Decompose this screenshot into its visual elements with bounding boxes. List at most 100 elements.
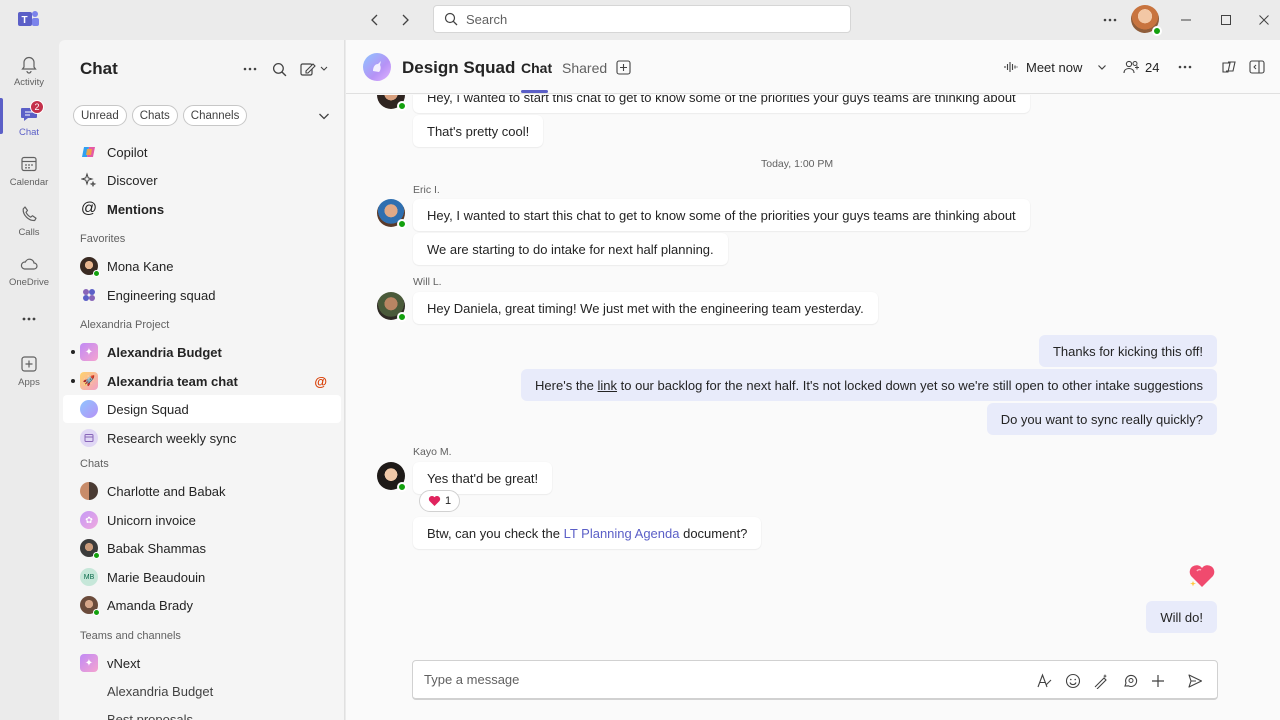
tab-shared[interactable]: Shared [562, 60, 607, 76]
discover-sparkle-icon [80, 171, 98, 189]
close-icon[interactable] [1252, 8, 1276, 32]
message-composer[interactable] [412, 660, 1218, 700]
avatar [80, 596, 100, 616]
format-icon[interactable] [1034, 671, 1054, 691]
maximize-icon[interactable] [1214, 8, 1238, 32]
message-text: document? [679, 525, 748, 541]
back-arrow-icon[interactable] [365, 10, 385, 30]
more-icon[interactable] [1178, 57, 1192, 77]
message-text: Here's the [535, 377, 598, 393]
list-item-copilot[interactable]: Copilot [63, 138, 341, 166]
meet-now-button[interactable]: Meet now [1004, 57, 1082, 77]
participants-button[interactable]: 24 [1123, 57, 1159, 77]
list-item-label: Charlotte and Babak [107, 483, 226, 499]
new-chat-icon[interactable] [297, 58, 333, 80]
list-item-marie-beaudouin[interactable]: MB Marie Beaudouin [63, 563, 341, 591]
message-list: Hey, I wanted to start this chat to get … [346, 95, 1280, 655]
add-tab-icon[interactable] [616, 57, 631, 77]
rail-item-calls[interactable]: Calls [0, 198, 58, 246]
section-chats: Chats [80, 458, 109, 470]
chevron-down-icon[interactable] [316, 108, 332, 124]
search-icon[interactable] [268, 58, 290, 80]
backlog-link[interactable]: link [598, 378, 618, 393]
list-item-design-squad[interactable]: Design Squad [63, 395, 341, 423]
calendar-icon [19, 154, 39, 174]
avatar: MB [80, 568, 98, 586]
search-icon [444, 12, 458, 26]
compose-sparkle-icon[interactable] [1091, 671, 1111, 691]
list-item-charlotte-and-babak[interactable]: Charlotte and Babak [63, 477, 341, 505]
chat-list-title: Chat [80, 59, 118, 78]
list-item-label: Copilot [107, 144, 148, 160]
svg-text:T: T [22, 15, 28, 26]
list-item-amanda-brady[interactable]: Amanda Brady [63, 591, 341, 619]
forward-arrow-icon[interactable] [395, 10, 415, 30]
channel-best-proposals[interactable]: Best proposals [63, 705, 341, 720]
list-item-label: Alexandria team chat [107, 373, 238, 389]
filter-chats[interactable]: Chats [131, 105, 178, 126]
filter-pills: Unread Chats Channels [73, 105, 248, 126]
list-item-alexandria-team-chat[interactable]: 🚀 Alexandria team chat @ [63, 367, 341, 395]
loop-component-icon[interactable] [1120, 671, 1140, 691]
list-item-label: Engineering squad [107, 287, 216, 303]
list-item-alexandria-budget[interactable]: ✦ Alexandria Budget [63, 338, 341, 366]
team-icon: ✦ [80, 654, 98, 672]
list-item-babak-shammas[interactable]: Babak Shammas [63, 534, 341, 562]
chevron-down-icon[interactable] [1096, 57, 1108, 77]
rail-label: Apps [18, 377, 40, 388]
rail-item-chat[interactable]: 2 Chat [0, 98, 58, 146]
message-input[interactable] [424, 672, 1024, 687]
list-item-discover[interactable]: Discover [63, 166, 341, 194]
tab-active-indicator [521, 90, 548, 93]
list-item-vnext[interactable]: ✦ vNext [63, 649, 341, 677]
avatar [377, 462, 407, 492]
profile-avatar[interactable] [1131, 5, 1162, 36]
bell-icon [19, 54, 39, 74]
more-icon[interactable] [239, 58, 261, 80]
copilot-icon[interactable] [1220, 57, 1238, 77]
search-input[interactable] [466, 11, 826, 27]
group-avatar [363, 53, 391, 81]
list-item-mona-kane[interactable]: Mona Kane [63, 252, 341, 280]
list-item-label: Best proposals [107, 711, 193, 720]
list-item-label: Research weekly sync [107, 430, 237, 446]
list-item-label: Design Squad [107, 401, 189, 417]
timestamp: Today, 1:00 PM [761, 158, 834, 170]
my-message-bubble: Thanks for kicking this off! [1038, 335, 1217, 367]
rail-item-apps[interactable]: Apps [0, 348, 58, 396]
more-options-icon[interactable] [1098, 8, 1122, 32]
document-link[interactable]: LT Planning Agenda [564, 526, 680, 541]
side-panel-icon[interactable] [1249, 57, 1265, 77]
list-item-label: Discover [107, 172, 158, 188]
filter-channels[interactable]: Channels [182, 105, 248, 126]
heart-reaction[interactable]: 1 [419, 490, 461, 512]
rail-label: Calendar [9, 177, 49, 188]
sender-name: Eric I. [413, 184, 440, 196]
avatar [80, 482, 98, 500]
message-bubble: Btw, can you check the LT Planning Agend… [413, 517, 762, 549]
channel-alexandria-budget[interactable]: Alexandria Budget [63, 677, 341, 705]
filter-unread[interactable]: Unread [73, 105, 127, 126]
list-item-mentions[interactable]: @ Mentions [63, 195, 341, 223]
avatar [377, 95, 407, 111]
audio-wave-icon [1004, 60, 1018, 74]
more-apps-icon [21, 314, 37, 324]
list-item-research-weekly-sync[interactable]: Research weekly sync [63, 424, 341, 452]
rail-item-activity[interactable]: Activity [0, 48, 58, 96]
cloud-icon [19, 254, 39, 274]
meet-now-label: Meet now [1026, 59, 1083, 75]
list-item-engineering-squad[interactable]: Engineering squad [63, 281, 341, 309]
message-bubble: Hey, I wanted to start this chat to get … [413, 199, 1030, 231]
tab-chat[interactable]: Chat [521, 60, 552, 76]
emoji-icon[interactable] [1063, 671, 1083, 691]
rail-item-onedrive[interactable]: OneDrive [0, 248, 58, 296]
list-item-unicorn-invoice[interactable]: ✿ Unicorn invoice [63, 506, 341, 534]
minimize-icon[interactable] [1174, 8, 1198, 32]
channel-icon: ✦ [80, 343, 98, 361]
heart-icon [428, 495, 441, 507]
unicorn-icon: ✿ [80, 511, 98, 529]
send-icon[interactable] [1185, 671, 1205, 691]
add-icon[interactable] [1148, 671, 1168, 691]
rail-item-calendar[interactable]: Calendar [0, 148, 58, 196]
search-box[interactable] [433, 5, 851, 33]
